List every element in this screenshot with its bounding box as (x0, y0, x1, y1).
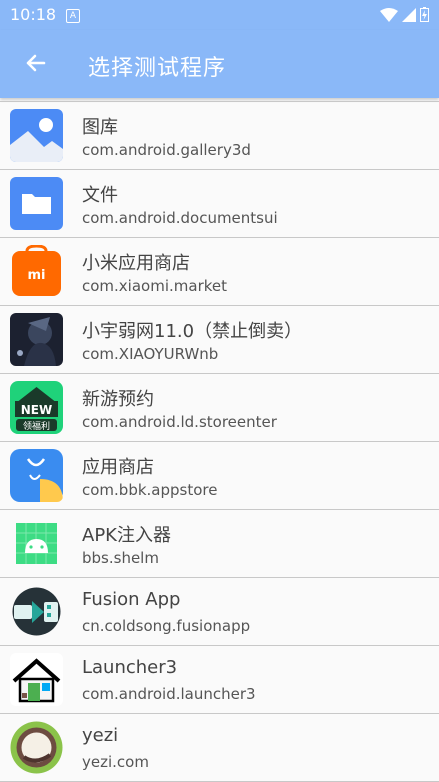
list-item[interactable]: 应用商店 com.bbk.appstore (0, 442, 439, 510)
app-package: yezi.com (82, 753, 149, 771)
wifi-icon (380, 7, 398, 22)
app-name: 新游预约 (82, 389, 154, 410)
app-package: com.android.gallery3d (82, 141, 251, 159)
list-item[interactable]: 文件 com.android.documentsui (0, 170, 439, 238)
anime-avatar-icon (10, 313, 63, 366)
battery-charging-icon (420, 7, 429, 22)
android-robot-icon (16, 523, 57, 564)
app-package: com.android.documentsui (82, 209, 278, 227)
app-list: 图库 com.android.gallery3d 文件 com.android.… (0, 101, 439, 782)
app-name: 图库 (82, 117, 118, 138)
list-item[interactable]: mi 小米应用商店 com.xiaomi.market (0, 238, 439, 306)
mi-store-icon: mi (12, 245, 61, 296)
app-name: APK注入器 (82, 525, 171, 546)
app-package: com.XIAOYURWnb (82, 345, 219, 363)
new-games-icon: NEW 领福利 (10, 381, 63, 434)
app-package: com.xiaomi.market (82, 277, 227, 295)
fusion-app-icon (12, 587, 61, 636)
app-package: cn.coldsong.fusionapp (82, 617, 251, 635)
app-package: com.android.ld.storeenter (82, 413, 277, 431)
app-name: yezi (82, 725, 119, 746)
list-item[interactable]: yezi yezi.com (0, 714, 439, 782)
app-package: com.bbk.appstore (82, 481, 218, 499)
list-item[interactable]: 图库 com.android.gallery3d (0, 102, 439, 170)
status-time: 10:18 (10, 5, 57, 24)
app-name: 文件 (82, 185, 118, 206)
app-package: bbs.shelm (82, 549, 159, 567)
app-name: Fusion App (82, 589, 181, 610)
app-store-bag-icon (10, 449, 63, 502)
status-bar: 10:18 A (0, 0, 439, 30)
welfare-badge-text: 领福利 (23, 420, 50, 432)
list-item[interactable]: Fusion App cn.coldsong.fusionapp (0, 578, 439, 646)
app-name: 小宇弱网11.0（禁止倒卖） (82, 321, 303, 342)
list-item[interactable]: APK注入器 bbs.shelm (0, 510, 439, 578)
back-arrow-icon[interactable] (20, 48, 50, 78)
list-item[interactable]: Launcher3 com.android.launcher3 (0, 646, 439, 714)
app-name: 小米应用商店 (82, 253, 190, 274)
notification-icon: A (66, 9, 80, 23)
list-item[interactable]: NEW 领福利 新游预约 com.android.ld.storeenter (0, 374, 439, 442)
page-title: 选择测试程序 (88, 56, 227, 81)
house-icon (10, 653, 63, 706)
new-badge-text: NEW (21, 403, 52, 417)
gallery-icon (10, 109, 63, 162)
app-package: com.android.launcher3 (82, 685, 256, 703)
app-bar: 选择测试程序 (0, 30, 439, 98)
list-item[interactable]: 小宇弱网11.0（禁止倒卖） com.XIAOYURWnb (0, 306, 439, 374)
app-name: Launcher3 (82, 657, 178, 678)
app-name: 应用商店 (82, 457, 154, 478)
status-indicators (380, 7, 429, 22)
signal-icon (402, 7, 416, 22)
coconut-icon (10, 721, 63, 774)
folder-icon (10, 177, 63, 230)
mi-logo-text: mi (27, 268, 45, 283)
